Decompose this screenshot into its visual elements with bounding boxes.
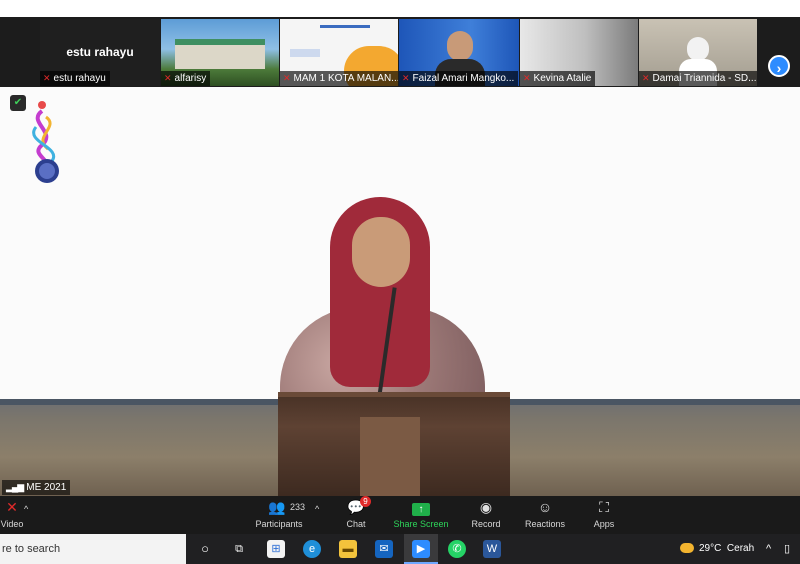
edge-icon[interactable]: e — [303, 540, 321, 558]
participants-count: 233 — [290, 502, 306, 512]
apps-button[interactable]: ⛶ Apps — [588, 498, 620, 529]
video-podium — [278, 392, 510, 496]
participant-tile[interactable]: ✕ Damai Triannida - SD... — [639, 19, 757, 86]
record-icon: ◉ — [479, 499, 493, 515]
share-screen-icon: ↑ — [392, 498, 450, 516]
zoom-window: estu rahayu ✕ estu rahayu ✕ alfarisy ✕ MAM … — [0, 0, 800, 564]
participant-name: alfarisy — [174, 73, 207, 84]
video-person-head — [687, 37, 709, 61]
whatsapp-icon[interactable]: ✆ — [448, 540, 466, 558]
video-person-head — [447, 31, 473, 61]
task-view-icon[interactable]: ⧉ — [230, 540, 248, 558]
chat-button[interactable]: 💬 9 Chat — [340, 496, 372, 529]
mail-icon[interactable]: ✉ — [375, 540, 393, 558]
participant-name-tag: ✕ Damai Triannida - SD... — [639, 71, 757, 86]
cortana-icon[interactable]: ○ — [196, 540, 214, 558]
signal-bars-icon: ▂▄▆ — [6, 482, 24, 492]
record-label: Record — [471, 519, 501, 529]
participant-name-tag: ✕ MAM 1 KOTA MALAN... — [280, 71, 398, 86]
video-label: Video — [0, 519, 24, 529]
meeting-toolbar: ✕ Video ^ 👥 Participants 233 ^ 💬 9 Chat … — [0, 496, 800, 534]
participant-name: estu rahayu — [53, 73, 106, 84]
chat-label: Chat — [346, 519, 366, 529]
reactions-button[interactable]: ☺ Reactions — [522, 498, 568, 529]
participant-strip: estu rahayu ✕ estu rahayu ✕ alfarisy ✕ MAM … — [0, 17, 800, 87]
zoom-icon[interactable]: ▶ — [412, 540, 430, 558]
main-participant-tag: ▂▄▆ ME 2021 — [2, 480, 71, 495]
weather-desc: Cerah — [726, 543, 755, 554]
main-video: ✔ ▂▄▆ ME 2021 — [0, 87, 800, 496]
participant-display-name: estu rahayu — [66, 45, 134, 59]
chat-unread-badge: 9 — [360, 496, 371, 507]
event-logo-icon — [32, 101, 59, 183]
participant-name-tag: ✕ Kevina Atalie — [520, 71, 596, 86]
participant-tile[interactable]: ✕ alfarisy — [161, 19, 279, 86]
apps-label: Apps — [593, 519, 615, 529]
video-building — [175, 39, 265, 69]
participant-tile[interactable]: estu rahayu ✕ estu rahayu — [40, 19, 160, 86]
share-screen-button[interactable]: ↑ Share Screen — [392, 498, 450, 529]
participant-tile[interactable]: ✕ MAM 1 KOTA MALAN... — [280, 19, 398, 86]
weather-temp: 29°C — [699, 543, 722, 554]
taskbar-search-input[interactable]: re to search — [0, 534, 186, 564]
windows-taskbar: re to search ○ ⧉ ⊞ e ▬ ✉ ▶ ✆ W 29°C Cera… — [0, 534, 800, 564]
participant-tile[interactable]: ✕ Kevina Atalie — [520, 19, 638, 86]
participants-options-chevron-icon[interactable]: ^ — [315, 504, 319, 514]
participant-name: Faizal Amari Mangko... — [412, 73, 515, 84]
mic-muted-icon: ✕ — [523, 73, 531, 83]
share-screen-label: Share Screen — [393, 519, 449, 529]
apps-icon: ⛶ — [599, 499, 609, 515]
file-explorer-icon[interactable]: ▬ — [339, 540, 357, 558]
participant-name: MAM 1 KOTA MALAN... — [293, 73, 398, 84]
mic-muted-icon: ✕ — [283, 73, 291, 83]
top-margin — [0, 0, 800, 17]
video-slide-block — [290, 49, 320, 57]
microsoft-store-icon[interactable]: ⊞ — [267, 540, 285, 558]
mic-muted-icon: ✕ — [402, 73, 410, 83]
participant-name: Damai Triannida - SD... — [652, 73, 757, 84]
weather-icon — [680, 543, 694, 554]
video-options-chevron-icon[interactable]: ^ — [24, 504, 28, 514]
participants-label: Participants — [255, 519, 303, 529]
tray-device-icon[interactable]: ▯ — [784, 534, 790, 564]
video-slide-text — [320, 25, 370, 28]
video-podium-front — [360, 417, 420, 496]
participant-name-tag: ✕ estu rahayu — [40, 71, 110, 86]
participant-name-tag: ✕ alfarisy — [161, 71, 211, 86]
stop-video-button[interactable]: ✕ Video — [0, 498, 24, 529]
tray-chevron-icon[interactable]: ^ — [766, 534, 771, 564]
mic-muted-icon: ✕ — [642, 73, 650, 83]
video-speaker-face — [352, 217, 410, 287]
participant-name-tag: ✕ Faizal Amari Mangko... — [399, 71, 519, 86]
main-participant-name: ME 2021 — [26, 482, 67, 493]
record-button[interactable]: ◉ Record — [468, 498, 504, 529]
reactions-label: Reactions — [524, 519, 566, 529]
mic-muted-icon: ✕ — [164, 73, 172, 83]
video-camera-icon: ✕ — [6, 499, 18, 515]
reactions-icon: ☺ — [537, 499, 553, 515]
participant-tile[interactable]: ✕ Faizal Amari Mangko... — [399, 19, 519, 86]
word-icon[interactable]: W — [483, 540, 501, 558]
next-page-button[interactable]: › — [768, 55, 790, 77]
weather-widget[interactable]: 29°C Cerah — [680, 534, 754, 564]
mic-muted-icon: ✕ — [43, 73, 51, 83]
participant-name: Kevina Atalie — [533, 73, 592, 84]
